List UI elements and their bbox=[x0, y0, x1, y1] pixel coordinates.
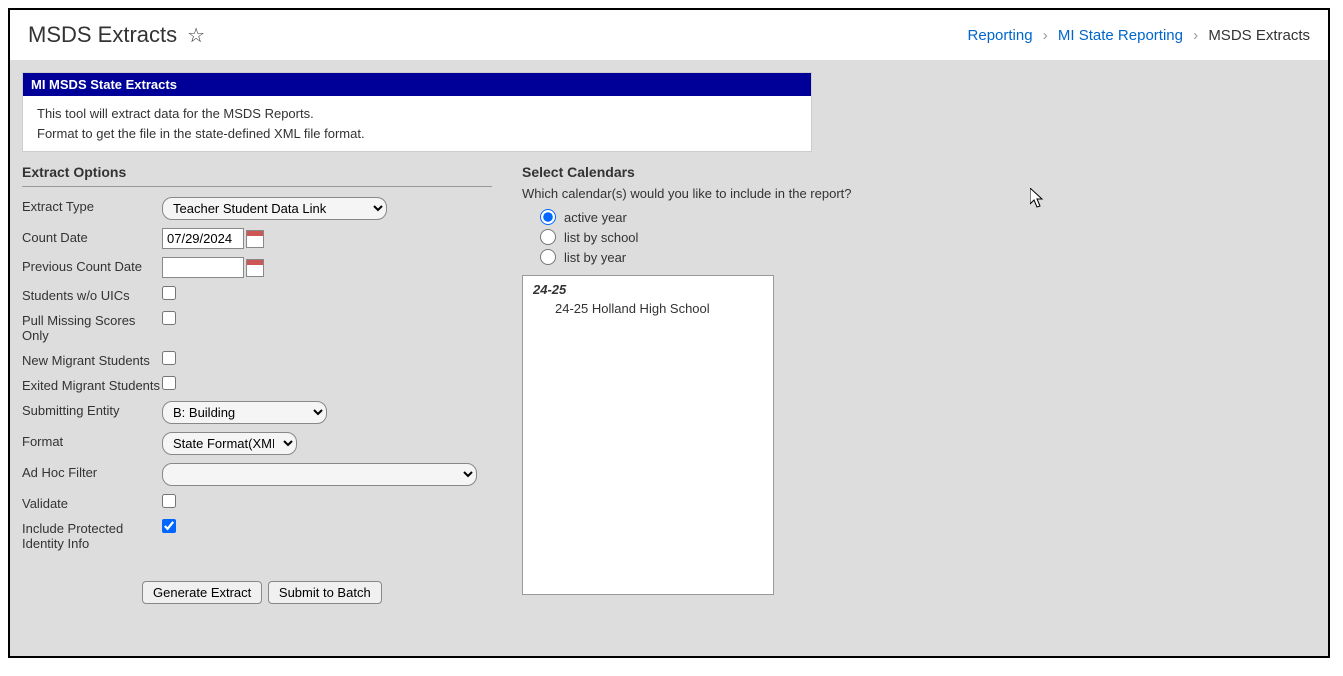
extract-options-heading: Extract Options bbox=[22, 164, 492, 187]
favorite-star-icon[interactable]: ☆ bbox=[187, 23, 205, 48]
panel-header: MI MSDS State Extracts bbox=[23, 73, 811, 96]
radio-active-year-row[interactable]: active year bbox=[540, 209, 882, 225]
count-date-label: Count Date bbox=[22, 228, 162, 245]
submit-to-batch-button[interactable]: Submit to Batch bbox=[268, 581, 382, 604]
radio-active-year-label: active year bbox=[564, 210, 627, 225]
prev-count-date-input[interactable] bbox=[162, 257, 244, 278]
panel-text-line1: This tool will extract data for the MSDS… bbox=[37, 104, 797, 124]
breadcrumb-reporting[interactable]: Reporting bbox=[968, 27, 1033, 44]
calendar-list-box[interactable]: 24-25 24-25 Holland High School bbox=[522, 275, 774, 595]
new-migrant-checkbox[interactable] bbox=[162, 351, 176, 365]
include-protected-label: Include Protected Identity Info bbox=[22, 519, 162, 551]
extract-type-label: Extract Type bbox=[22, 197, 162, 214]
prev-count-date-label: Previous Count Date bbox=[22, 257, 162, 274]
page-title: MSDS Extracts bbox=[28, 22, 177, 48]
pull-missing-scores-checkbox[interactable] bbox=[162, 311, 176, 325]
radio-by-year-label: list by year bbox=[564, 250, 626, 265]
calendar-help-text: Which calendar(s) would you like to incl… bbox=[522, 186, 882, 201]
info-panel: MI MSDS State Extracts This tool will ex… bbox=[22, 72, 812, 152]
exited-migrant-label: Exited Migrant Students bbox=[22, 376, 162, 393]
submitting-entity-label: Submitting Entity bbox=[22, 401, 162, 418]
chevron-right-icon: › bbox=[1193, 27, 1198, 44]
breadcrumb-current: MSDS Extracts bbox=[1208, 27, 1310, 44]
radio-by-year-row[interactable]: list by year bbox=[540, 249, 882, 265]
calendar-year[interactable]: 24-25 bbox=[533, 282, 763, 297]
students-wo-uics-checkbox[interactable] bbox=[162, 286, 176, 300]
calendar-icon[interactable] bbox=[246, 230, 264, 248]
generate-extract-button[interactable]: Generate Extract bbox=[142, 581, 262, 604]
radio-by-school-label: list by school bbox=[564, 230, 638, 245]
new-migrant-label: New Migrant Students bbox=[22, 351, 162, 368]
format-select[interactable]: State Format(XML) bbox=[162, 432, 297, 455]
count-date-input[interactable] bbox=[162, 228, 244, 249]
students-wo-uics-label: Students w/o UICs bbox=[22, 286, 162, 303]
pull-missing-scores-label: Pull Missing Scores Only bbox=[22, 311, 162, 343]
submitting-entity-select[interactable]: B: Building bbox=[162, 401, 327, 424]
validate-checkbox[interactable] bbox=[162, 494, 176, 508]
radio-by-school[interactable] bbox=[540, 229, 556, 245]
adhoc-filter-select[interactable] bbox=[162, 463, 477, 486]
breadcrumb: Reporting › MI State Reporting › MSDS Ex… bbox=[968, 27, 1310, 44]
radio-active-year[interactable] bbox=[540, 209, 556, 225]
calendar-icon[interactable] bbox=[246, 259, 264, 277]
validate-label: Validate bbox=[22, 494, 162, 511]
calendar-school-item[interactable]: 24-25 Holland High School bbox=[555, 301, 763, 316]
radio-by-school-row[interactable]: list by school bbox=[540, 229, 882, 245]
exited-migrant-checkbox[interactable] bbox=[162, 376, 176, 390]
format-label: Format bbox=[22, 432, 162, 449]
panel-text-line2: Format to get the file in the state-defi… bbox=[37, 124, 797, 144]
breadcrumb-mi-state-reporting[interactable]: MI State Reporting bbox=[1058, 27, 1183, 44]
radio-by-year[interactable] bbox=[540, 249, 556, 265]
include-protected-checkbox[interactable] bbox=[162, 519, 176, 533]
chevron-right-icon: › bbox=[1043, 27, 1048, 44]
select-calendars-heading: Select Calendars bbox=[522, 164, 882, 180]
adhoc-filter-label: Ad Hoc Filter bbox=[22, 463, 162, 480]
extract-type-select[interactable]: Teacher Student Data Link bbox=[162, 197, 387, 220]
